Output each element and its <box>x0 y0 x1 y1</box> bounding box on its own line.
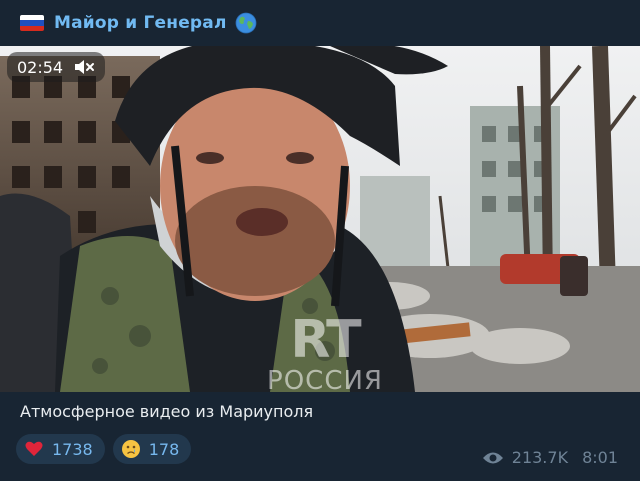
reaction-heart[interactable]: 1738 <box>16 434 105 464</box>
channel-name[interactable]: Майор и Генерал <box>54 13 227 33</box>
rt-watermark: RT РОССИЯ <box>250 314 400 392</box>
heart-icon <box>25 441 43 456</box>
post-time: 8:01 <box>582 448 618 467</box>
crying-face-icon <box>121 440 140 458</box>
post-caption: Атмосферное видео из Мариуполя <box>20 402 314 421</box>
video-duration-pill[interactable]: 02:54 <box>7 52 106 82</box>
reaction-crying[interactable]: 178 <box>112 434 192 464</box>
reactions-bar: 1738 178 <box>16 434 192 464</box>
reaction-count: 1738 <box>52 439 93 459</box>
post-meta: 213.7K 8:01 <box>482 448 618 467</box>
muted-speaker-icon[interactable] <box>73 58 95 76</box>
globe-icon <box>235 12 257 34</box>
reaction-count: 178 <box>148 439 180 459</box>
view-count: 213.7K <box>511 448 569 467</box>
video-duration: 02:54 <box>17 57 64 77</box>
eye-icon <box>482 452 503 463</box>
watermark-text: РОССИЯ <box>267 366 383 392</box>
message-card: Майор и Генерал RT РОССИЯ 02:54 Атмосфер… <box>0 0 640 481</box>
watermark-logo: RT <box>290 310 361 370</box>
video-player[interactable]: RT РОССИЯ <box>0 46 640 392</box>
russia-flag-icon <box>20 15 44 31</box>
channel-header[interactable]: Майор и Генерал <box>0 0 640 46</box>
